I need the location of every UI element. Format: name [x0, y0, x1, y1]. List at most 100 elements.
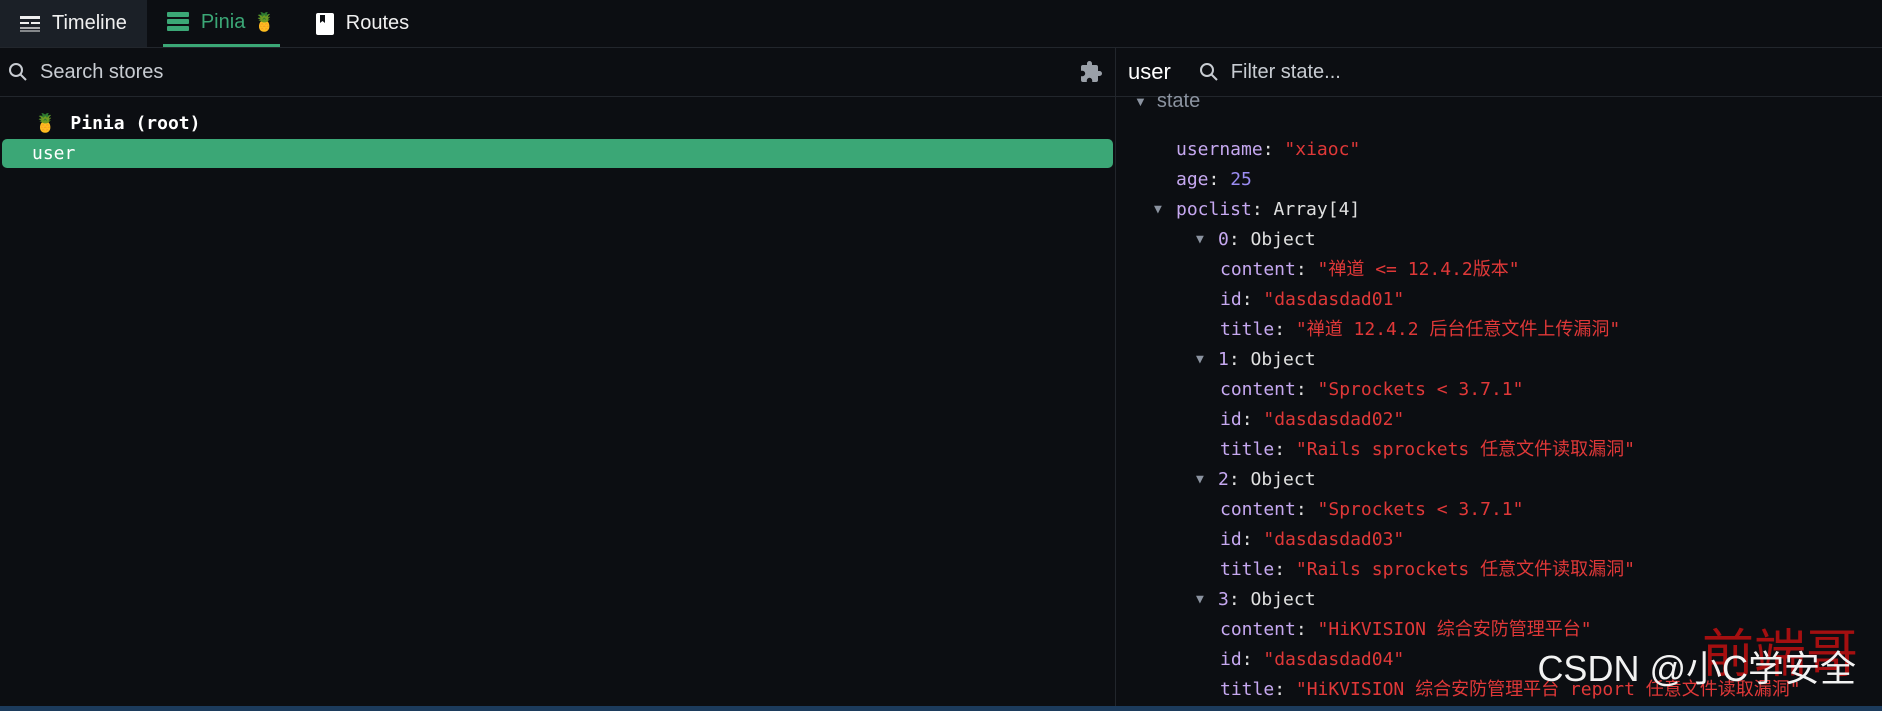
- store-tree: 🍍 Pinia (root) user: [0, 97, 1115, 168]
- state-key: 0: [1218, 229, 1229, 250]
- state-key: title: [1220, 679, 1275, 700]
- caret-down-icon[interactable]: ▼: [1196, 465, 1204, 495]
- state-key: poclist: [1176, 199, 1252, 220]
- colon: :: [1274, 319, 1296, 340]
- state-inspector: user ▼ state username: "xiaoc"age: 25▼po…: [1116, 48, 1882, 706]
- state-section-toggle[interactable]: ▼ state: [1134, 90, 1200, 113]
- tab-label: Pinia: [200, 10, 246, 33]
- tab-timeline[interactable]: Timeline: [0, 0, 147, 47]
- colon: :: [1241, 409, 1264, 430]
- colon: :: [1241, 649, 1264, 670]
- state-value: "禅道 12.4.2 后台任意文件上传漏洞": [1295, 319, 1621, 340]
- state-key: username: [1176, 139, 1263, 160]
- state-row: username: "xiaoc": [1116, 135, 1801, 165]
- state-row: title: "Rails sprockets 任意文件读取漏洞": [1116, 555, 1801, 585]
- state-value: "Rails sprockets 任意文件读取漏洞": [1295, 559, 1635, 580]
- colon: :: [1228, 589, 1251, 610]
- state-row[interactable]: ▼ 3: Object: [1116, 585, 1801, 615]
- state-value: Object: [1250, 349, 1316, 370]
- state-key: title: [1220, 559, 1275, 580]
- state-row: content: "Sprockets < 3.7.1": [1116, 495, 1801, 525]
- tree-item-pinia-root[interactable]: 🍍 Pinia (root): [0, 109, 1115, 137]
- state-row: title: "Rails sprockets 任意文件读取漏洞": [1116, 435, 1801, 465]
- state-row[interactable]: ▼ poclist: Array[4]: [1116, 195, 1801, 225]
- tab-pinia[interactable]: Pinia 🍍: [162, 0, 280, 47]
- state-key: 3: [1218, 589, 1229, 610]
- caret-down-icon[interactable]: ▼: [1196, 345, 1204, 375]
- colon: :: [1274, 559, 1296, 580]
- store-title: user: [1128, 59, 1171, 84]
- state-key: id: [1220, 529, 1242, 550]
- state-key: id: [1220, 289, 1242, 310]
- caret-down-icon[interactable]: ▼: [1154, 195, 1162, 225]
- state-row: age: 25: [1116, 165, 1801, 195]
- bookmark-icon: [315, 12, 334, 35]
- inspector-header: user: [1116, 48, 1882, 97]
- list-icon: [166, 12, 189, 31]
- colon: :: [1274, 679, 1296, 700]
- state-value: "dasdasdad01": [1263, 289, 1405, 310]
- state-value: "Sprockets < 3.7.1": [1317, 499, 1524, 520]
- state-row: id: "dasdasdad03": [1116, 525, 1801, 555]
- colon: :: [1208, 169, 1231, 190]
- state-row: content: "禅道 <= 12.4.2版本": [1116, 255, 1801, 285]
- state-value: "dasdasdad04": [1263, 649, 1405, 670]
- stores-panel: 🍍 Pinia (root) user: [0, 48, 1116, 706]
- state-value: Object: [1250, 589, 1316, 610]
- tree-item-label: Pinia (root): [70, 112, 201, 134]
- state-row: title: "禅道 12.4.2 后台任意文件上传漏洞": [1116, 315, 1801, 345]
- state-row[interactable]: ▼ 0: Object: [1116, 225, 1801, 255]
- state-key: title: [1220, 439, 1275, 460]
- colon: :: [1251, 199, 1274, 220]
- caret-down-icon[interactable]: ▼: [1196, 225, 1204, 255]
- watermark: CSDN @小C学安全: [1537, 648, 1856, 689]
- search-stores-bar: [0, 48, 1115, 97]
- colon: :: [1274, 439, 1296, 460]
- colon: :: [1241, 529, 1264, 550]
- state-key: title: [1220, 319, 1275, 340]
- state-key: age: [1176, 169, 1209, 190]
- caret-down-icon: ▼: [1134, 94, 1147, 109]
- state-key: 2: [1218, 469, 1229, 490]
- tree-item-user[interactable]: user: [2, 139, 1113, 168]
- state-key: content: [1220, 379, 1296, 400]
- filter-state-input[interactable]: [1228, 59, 1733, 85]
- search-icon: [1199, 63, 1218, 81]
- state-key: id: [1220, 649, 1242, 670]
- tab-label: Timeline: [52, 12, 127, 34]
- state-row: id: "dasdasdad01": [1116, 285, 1801, 315]
- state-value: "Rails sprockets 任意文件读取漏洞": [1295, 439, 1635, 460]
- state-value: 25: [1230, 169, 1252, 190]
- colon: :: [1295, 259, 1318, 280]
- search-stores-input[interactable]: [38, 59, 942, 85]
- state-row: content: "Sprockets < 3.7.1": [1116, 375, 1801, 405]
- search-icon: [9, 63, 27, 81]
- state-row[interactable]: ▼ 1: Object: [1116, 345, 1801, 375]
- colon: :: [1262, 139, 1285, 160]
- state-key: content: [1220, 619, 1296, 640]
- state-value: "禅道 <= 12.4.2版本": [1317, 259, 1520, 280]
- colon: :: [1295, 379, 1318, 400]
- state-key: id: [1220, 409, 1242, 430]
- puzzle-icon[interactable]: [1079, 60, 1103, 84]
- state-value: Object: [1250, 469, 1316, 490]
- colon: :: [1228, 229, 1251, 250]
- tree-item-label: user: [32, 143, 76, 164]
- colon: :: [1295, 619, 1318, 640]
- tab-routes[interactable]: Routes: [296, 0, 429, 47]
- state-value: "HiKVISION 综合安防管理平台": [1317, 619, 1592, 640]
- state-value: "Sprockets < 3.7.1": [1317, 379, 1524, 400]
- state-row: id: "dasdasdad02": [1116, 405, 1801, 435]
- state-value: Array[4]: [1273, 199, 1361, 220]
- timeline-icon: [20, 15, 40, 32]
- caret-down-icon[interactable]: ▼: [1196, 585, 1204, 615]
- state-row[interactable]: ▼ 2: Object: [1116, 465, 1801, 495]
- state-value: "xiaoc": [1284, 139, 1361, 160]
- section-label: state: [1156, 90, 1201, 112]
- state-key: content: [1220, 499, 1296, 520]
- state-key: content: [1220, 259, 1296, 280]
- pineapple-icon: 🍍: [253, 11, 276, 32]
- state-tree: username: "xiaoc" age: 25 ▼ poclist: Array[…: [1116, 135, 1801, 705]
- state-value: "dasdasdad02": [1263, 409, 1405, 430]
- state-value: "dasdasdad03": [1263, 529, 1405, 550]
